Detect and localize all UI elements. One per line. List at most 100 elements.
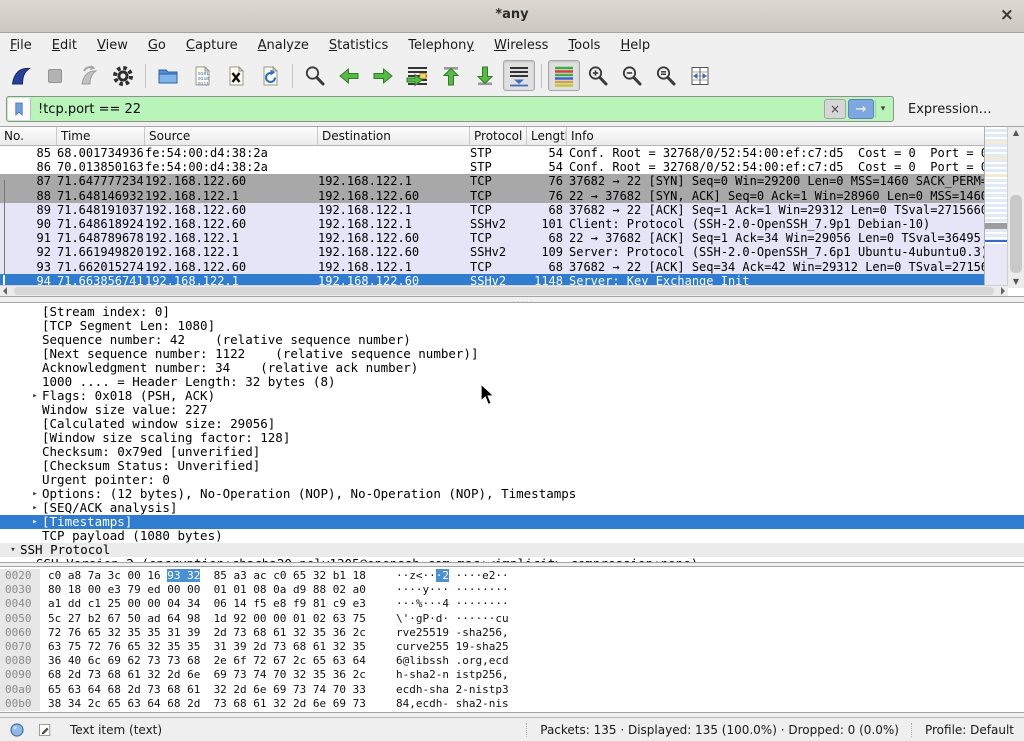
filter-clear-icon[interactable]: × xyxy=(824,99,846,119)
hex-row[interactable]: 003080 18 00 e3 79 ed 00 00 01 01 08 0a … xyxy=(0,583,1024,597)
menu-item-analyze[interactable]: Analyze xyxy=(248,35,319,56)
zoom-out-button[interactable] xyxy=(616,60,648,91)
detail-row[interactable]: Window size value: 227 xyxy=(0,403,1024,417)
zoom-in-button[interactable] xyxy=(582,60,614,91)
hex-row[interactable]: 00b038 34 2c 65 63 64 68 2d 73 68 61 32 … xyxy=(0,697,1024,711)
add-filter-button-button[interactable]: + xyxy=(1016,100,1024,119)
detail-row[interactable]: Urgent pointer: 0 xyxy=(0,473,1024,487)
hex-row[interactable]: 0040a1 dd c1 25 00 00 04 34 06 14 f5 e8 … xyxy=(0,597,1024,611)
close-window-icon[interactable]: × xyxy=(1000,4,1014,26)
expander-icon[interactable]: ▸ xyxy=(28,515,42,529)
expander-icon[interactable]: ▸ xyxy=(28,501,42,515)
expert-info-icon[interactable] xyxy=(6,720,28,740)
column-header-protocol[interactable]: Protocol xyxy=(470,127,527,145)
column-header-length[interactable]: Length xyxy=(527,127,567,145)
auto-scroll-button[interactable] xyxy=(503,60,535,91)
display-filter-input[interactable]: !tcp.port == 22 × → ▾ xyxy=(6,96,894,122)
detail-row[interactable]: TCP payload (1080 bytes) xyxy=(0,529,1024,543)
menu-item-file[interactable]: File xyxy=(0,35,42,56)
detail-row[interactable]: [Checksum Status: Unverified] xyxy=(0,459,1024,473)
packet-row[interactable]: 8670.013850163fe:54:00:d4:38:2aSTP54Conf… xyxy=(0,160,985,174)
packet-row[interactable]: 8871.648146932192.168.122.1192.168.122.6… xyxy=(0,189,985,203)
vertical-scroll-thumb[interactable] xyxy=(1010,195,1022,273)
packet-row[interactable]: 8771.647777234192.168.122.60192.168.122.… xyxy=(0,174,985,188)
scroll-down-icon[interactable]: ▼ xyxy=(1008,276,1024,288)
menu-item-view[interactable]: View xyxy=(87,35,138,56)
packet-row[interactable]: 8971.648191037192.168.122.60192.168.122.… xyxy=(0,203,985,217)
hex-row[interactable]: 00505c 27 b2 67 50 ad 64 98 1d 92 00 00 … xyxy=(0,612,1024,626)
intelligent-scrollbar-minimap[interactable] xyxy=(984,127,1008,288)
column-header-info[interactable]: Info xyxy=(567,127,1008,145)
column-header-no[interactable]: No. xyxy=(0,127,57,145)
expression-button[interactable]: Expression… xyxy=(908,102,992,117)
colorize-button[interactable] xyxy=(548,60,580,91)
zoom-original-button[interactable] xyxy=(650,60,682,91)
packet-row[interactable]: 9071.648618924192.168.122.60192.168.122.… xyxy=(0,217,985,231)
horizontal-scroll-thumb[interactable] xyxy=(14,287,994,295)
detail-row[interactable]: [Calculated window size: 29056] xyxy=(0,417,1024,431)
hex-row[interactable]: 007063 75 72 76 65 32 35 35 31 39 2d 73 … xyxy=(0,640,1024,654)
packet-row[interactable]: 9171.648789678192.168.122.1192.168.122.6… xyxy=(0,231,985,245)
detail-row[interactable]: [Next sequence number: 1122 (relative se… xyxy=(0,347,1024,361)
go-back-button[interactable] xyxy=(333,60,365,91)
stop-capture-button[interactable] xyxy=(39,60,71,91)
find-packet-button[interactable] xyxy=(299,60,331,91)
detail-row[interactable]: Checksum: 0x79ed [unverified] xyxy=(0,445,1024,459)
expander-icon[interactable]: ▸ xyxy=(28,389,42,403)
menu-item-statistics[interactable]: Statistics xyxy=(319,35,398,56)
start-capture-button[interactable] xyxy=(5,60,37,91)
packet-row[interactable]: 9371.662015274192.168.122.60192.168.122.… xyxy=(0,260,985,274)
menu-item-go[interactable]: Go xyxy=(138,35,176,56)
hex-row[interactable]: 0020c0 a8 7a 3c 00 16 93 32 85 a3 ac c0 … xyxy=(0,569,1024,583)
status-profile[interactable]: Profile: Default xyxy=(925,723,1014,737)
hex-row[interactable]: 00a065 63 64 68 2d 73 68 61 32 2d 6e 69 … xyxy=(0,683,1024,697)
menu-item-telephony[interactable]: Telephony xyxy=(398,35,484,56)
hex-row[interactable]: 008036 40 6c 69 62 73 73 68 2e 6f 72 67 … xyxy=(0,654,1024,668)
detail-row[interactable]: [Stream index: 0] xyxy=(0,305,1024,319)
go-last-button[interactable] xyxy=(469,60,501,91)
menu-item-edit[interactable]: Edit xyxy=(42,35,87,56)
menu-item-wireless[interactable]: Wireless xyxy=(484,35,558,56)
packet-row[interactable]: 8568.001734936fe:54:00:d4:38:2aSTP54Conf… xyxy=(0,146,985,160)
column-header-destination[interactable]: Destination xyxy=(318,127,470,145)
open-file-button[interactable] xyxy=(152,60,184,91)
title-bar[interactable]: *any × xyxy=(0,0,1024,33)
menu-item-capture[interactable]: Capture xyxy=(176,35,248,56)
hex-row[interactable]: 006072 76 65 32 35 35 31 39 2d 73 68 61 … xyxy=(0,626,1024,640)
restart-capture-button[interactable] xyxy=(73,60,105,91)
detail-row[interactable]: [TCP Segment Len: 1080] xyxy=(0,319,1024,333)
close-file-button[interactable] xyxy=(220,60,252,91)
capture-options-button[interactable] xyxy=(107,60,139,91)
column-header-source[interactable]: Source xyxy=(145,127,318,145)
go-to-packet-button[interactable] xyxy=(401,60,433,91)
detail-row[interactable]: Sequence number: 42 (relative sequence n… xyxy=(0,333,1024,347)
go-forward-button[interactable] xyxy=(367,60,399,91)
menu-item-help[interactable]: Help xyxy=(610,35,660,56)
filter-bookmark-icon[interactable] xyxy=(8,98,31,120)
expander-icon[interactable]: ▸ xyxy=(28,487,42,501)
detail-row[interactable]: ▸[SEQ/ACK analysis] xyxy=(0,501,1024,515)
detail-row[interactable]: ▸[Timestamps] xyxy=(0,515,1024,529)
detail-row[interactable]: [Window size scaling factor: 128] xyxy=(0,431,1024,445)
filter-apply-icon[interactable]: → xyxy=(848,99,874,119)
go-first-button[interactable] xyxy=(435,60,467,91)
reload-file-button[interactable] xyxy=(254,60,286,91)
packet-list-vertical-scrollbar[interactable]: ▲ ▼ xyxy=(1007,127,1024,288)
detail-row[interactable]: ▸Options: (12 bytes), No-Operation (NOP)… xyxy=(0,487,1024,501)
detail-row[interactable]: 1000 .... = Header Length: 32 bytes (8) xyxy=(0,375,1024,389)
resize-columns-button[interactable] xyxy=(684,60,716,91)
expander-icon[interactable]: ▾ xyxy=(6,543,20,557)
menu-item-tools[interactable]: Tools xyxy=(558,35,610,56)
column-header-time[interactable]: Time xyxy=(57,127,145,145)
scroll-right-icon[interactable] xyxy=(1001,287,1005,295)
hex-row[interactable]: 009068 2d 73 68 61 32 2d 6e 69 73 74 70 … xyxy=(0,668,1024,682)
detail-row[interactable]: ▾SSH Protocol xyxy=(0,543,1024,557)
filter-text[interactable]: !tcp.port == 22 xyxy=(38,102,824,117)
filter-dropdown-icon[interactable]: ▾ xyxy=(875,100,890,118)
packet-row[interactable]: 9271.661949820192.168.122.1192.168.122.6… xyxy=(0,245,985,259)
scroll-up-icon[interactable]: ▲ xyxy=(1008,127,1024,139)
detail-row[interactable]: ▸Flags: 0x018 (PSH, ACK) xyxy=(0,389,1024,403)
packet-list-horizontal-scrollbar[interactable] xyxy=(0,285,1008,296)
detail-row[interactable]: Acknowledgment number: 34 (relative ack … xyxy=(0,361,1024,375)
capture-comment-icon[interactable] xyxy=(34,720,56,740)
